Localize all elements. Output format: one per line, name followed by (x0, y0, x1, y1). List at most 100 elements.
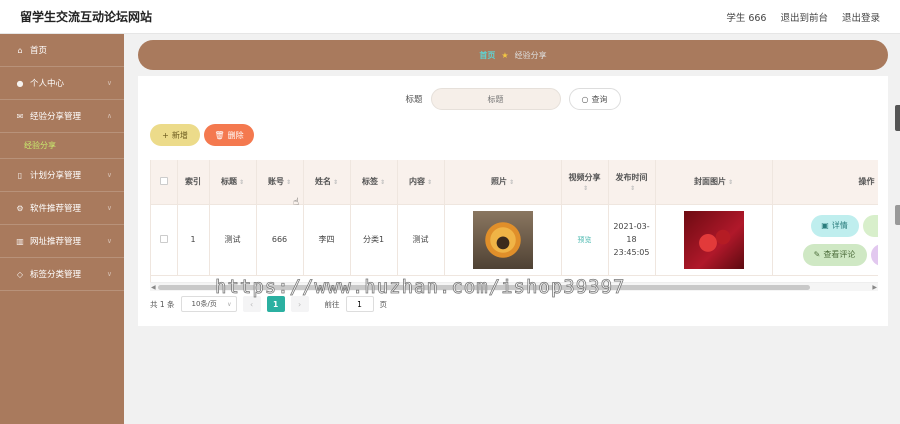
chevron-up-icon: ∧ (106, 112, 112, 120)
extra-action-button[interactable] (870, 243, 878, 266)
cell-photo (444, 204, 562, 276)
top-right-links: 学生 666 退出到前台 退出登录 (726, 10, 880, 24)
header-title[interactable]: 标题 ⇕ (209, 160, 257, 205)
search-row: 标题 ○ 查询 (138, 88, 888, 110)
pagination: 共 1 条 10条/页 ∨ ‹ 1 › 前往 页 (150, 296, 387, 312)
header-name[interactable]: 姓名 ⇕ (303, 160, 351, 205)
sidebar-item-plan-manage[interactable]: ▯ 计划分享管理 ∨ (0, 159, 124, 192)
cell-title: 测试 (209, 204, 257, 276)
sidebar-item-personal-center[interactable]: ● 个人中心 ∨ (0, 67, 124, 100)
user-icon: ● (16, 78, 24, 88)
page-size-select[interactable]: 10条/页 ∨ (180, 296, 237, 312)
hand-cursor-icon: ☝ (293, 197, 300, 208)
sidebar-item-website-manage[interactable]: ▥ 网址推荐管理 ∨ (0, 225, 124, 258)
sort-icon: ⇕ (238, 179, 245, 187)
next-page-button[interactable]: › (290, 296, 309, 312)
current-user: 学生 666 (726, 12, 767, 24)
sidebar: ⌂ 首页 ● 个人中心 ∨ ✉ 经验分享管理 ∧ 经验分享 ▯ 计划分享管理 ∨… (0, 34, 124, 424)
scroll-left-icon[interactable]: ◀ (151, 283, 156, 292)
search-button[interactable]: ○ 查询 (568, 88, 621, 110)
trash-icon: 🗑 (214, 130, 225, 140)
sort-icon: ⇕ (508, 179, 515, 187)
sort-icon: ⇕ (727, 179, 734, 187)
main-content: 首页 ★ 经验分享 标题 ○ 查询 + 新增 🗑 删除 (124, 34, 900, 424)
sidebar-subitem-experience-share[interactable]: 经验分享 (0, 133, 124, 159)
gear-icon: ⚙ (16, 203, 24, 213)
video-preview-link[interactable]: 预览 (578, 236, 592, 244)
sidebar-item-software-manage[interactable]: ⚙ 软件推荐管理 ∨ (0, 192, 124, 225)
scroll-right-icon[interactable]: ▶ (872, 283, 877, 292)
table-row: 1 测试 666 李四 分类1 测试 预览 2021-03-18 23:45:0… (151, 204, 878, 276)
horizontal-scrollbar[interactable]: ◀ ▶ (150, 282, 878, 291)
logout-link[interactable]: 退出登录 (842, 10, 880, 24)
cell-name: 李四 (303, 204, 351, 276)
breadcrumb-home[interactable]: 首页 (479, 50, 495, 61)
sort-icon: ⇕ (332, 179, 339, 187)
chart-icon: ▥ (16, 236, 24, 246)
top-bar: 留学生交流互动论坛网站 学生 666 退出到前台 退出登录 (0, 0, 900, 34)
edit-icon: ✎ (813, 250, 821, 259)
data-table: 索引 标题 ⇕ 账号 ⇕ 姓名 ⇕ 标签 ⇕ 内容 ⇕ 照片 ⇕ 视频分享 ⇕ 发布时间 ⇕ 封… (150, 160, 878, 282)
sort-icon: ⇕ (426, 179, 433, 187)
total-count: 共 1 条 (150, 299, 175, 309)
cell-time: 2021-03-18 23:45:05 (608, 204, 656, 276)
side-tab-secondary[interactable] (895, 205, 900, 225)
sidebar-item-home[interactable]: ⌂ 首页 (0, 34, 124, 67)
header-content[interactable]: 内容 ⇕ (397, 160, 445, 205)
add-button[interactable]: + 新增 (150, 124, 200, 146)
select-all-checkbox[interactable] (151, 160, 178, 205)
sidebar-item-tag-manage[interactable]: ◇ 标签分类管理 ∨ (0, 258, 124, 291)
list-card: 标题 ○ 查询 + 新增 🗑 删除 (138, 76, 888, 326)
search-input[interactable] (430, 88, 561, 110)
delete-button[interactable]: 🗑 删除 (204, 124, 254, 146)
tag-icon: ◇ (16, 269, 24, 279)
header-index: 索引 (177, 160, 210, 205)
page-unit-label: 页 (379, 299, 388, 309)
cell-cover (655, 204, 773, 276)
header-video[interactable]: 视频分享 ⇕ (561, 160, 609, 205)
header-time[interactable]: 发布时间 ⇕ (608, 160, 656, 205)
prev-page-button[interactable]: ‹ (242, 296, 261, 312)
cell-index: 1 (177, 204, 210, 276)
breadcrumb-current: 经验分享 (514, 50, 547, 60)
home-icon: ⌂ (17, 45, 23, 55)
star-icon: ★ (501, 50, 509, 60)
goto-page-input[interactable] (345, 296, 374, 312)
current-page-button[interactable]: 1 (266, 296, 285, 312)
detail-button[interactable]: ▣ 详情 (810, 214, 859, 237)
cell-tag: 分类1 (350, 204, 398, 276)
mail-icon: ✉ (16, 111, 24, 121)
plus-icon: + (162, 130, 169, 140)
view-comments-button[interactable]: ✎ 查看评论 (802, 243, 867, 266)
chevron-down-icon: ∨ (106, 270, 112, 278)
breadcrumb: 首页 ★ 经验分享 (138, 40, 888, 70)
chevron-down-icon: ∨ (106, 237, 112, 245)
exit-to-front-link[interactable]: 退出到前台 (780, 10, 828, 24)
cell-account: 666 (256, 204, 304, 276)
sort-icon: ⇕ (629, 184, 636, 192)
photo-thumbnail[interactable] (472, 210, 533, 269)
side-tab[interactable] (895, 105, 900, 131)
document-icon: ▣ (821, 221, 829, 230)
row-checkbox[interactable] (151, 204, 178, 276)
edit-button[interactable]: ✎ 修 (862, 214, 878, 237)
sidebar-item-experience-manage[interactable]: ✉ 经验分享管理 ∧ (0, 100, 124, 133)
scrollbar-thumb[interactable] (158, 285, 810, 290)
doc-icon: ▯ (17, 170, 23, 180)
sort-icon: ⇕ (379, 179, 386, 187)
chevron-down-icon: ∨ (106, 79, 112, 87)
cover-thumbnail[interactable] (683, 210, 744, 269)
site-title: 留学生交流互动论坛网站 (20, 10, 153, 24)
header-photo[interactable]: 照片 ⇕ (444, 160, 562, 205)
goto-label: 前往 (324, 299, 340, 309)
header-cover[interactable]: 封面图片 ⇕ (655, 160, 773, 205)
search-icon: ○ (581, 94, 589, 104)
header-ops: 操作 (772, 160, 878, 205)
chevron-down-icon: ∨ (106, 171, 112, 179)
header-tag[interactable]: 标签 ⇕ (350, 160, 398, 205)
table-header-row: 索引 标题 ⇕ 账号 ⇕ 姓名 ⇕ 标签 ⇕ 内容 ⇕ 照片 ⇕ 视频分享 ⇕ 发布时间 ⇕ 封… (151, 160, 878, 205)
cell-video: 预览 (561, 204, 609, 276)
cell-ops: ▣ 详情 ✎ 修 ✎ 查看评论 (772, 204, 878, 276)
cell-content: 测试 (397, 204, 445, 276)
search-label: 标题 (405, 95, 423, 105)
